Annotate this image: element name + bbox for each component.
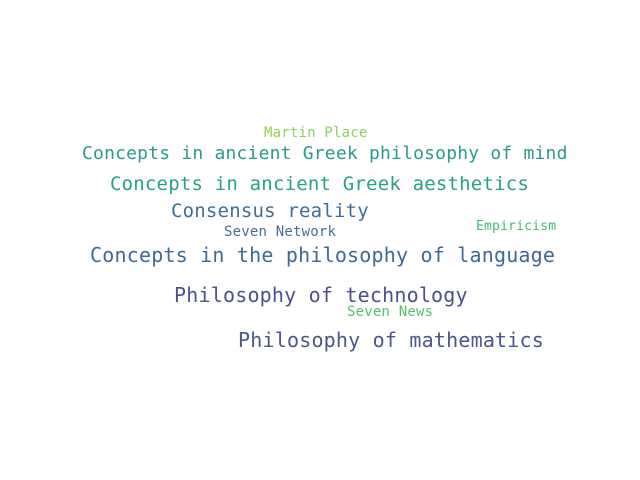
word-concepts-philosophy-of-language: Concepts in the philosophy of language — [90, 243, 556, 267]
word-philosophy-of-mathematics: Philosophy of mathematics — [238, 328, 545, 352]
word-seven-news: Seven News — [347, 304, 434, 320]
word-cloud-canvas: Martin Place Concepts in ancient Greek p… — [0, 0, 640, 480]
word-empiricism: Empiricism — [476, 219, 557, 234]
word-martin-place: Martin Place — [264, 125, 368, 141]
word-seven-network: Seven Network — [224, 224, 337, 240]
word-concepts-ancient-greek-philosophy-of-mind: Concepts in ancient Greek philosophy of … — [82, 143, 568, 164]
word-concepts-ancient-greek-aesthetics: Concepts in ancient Greek aesthetics — [110, 173, 530, 195]
word-philosophy-of-technology: Philosophy of technology — [174, 283, 468, 307]
word-consensus-reality: Consensus reality — [171, 200, 369, 222]
